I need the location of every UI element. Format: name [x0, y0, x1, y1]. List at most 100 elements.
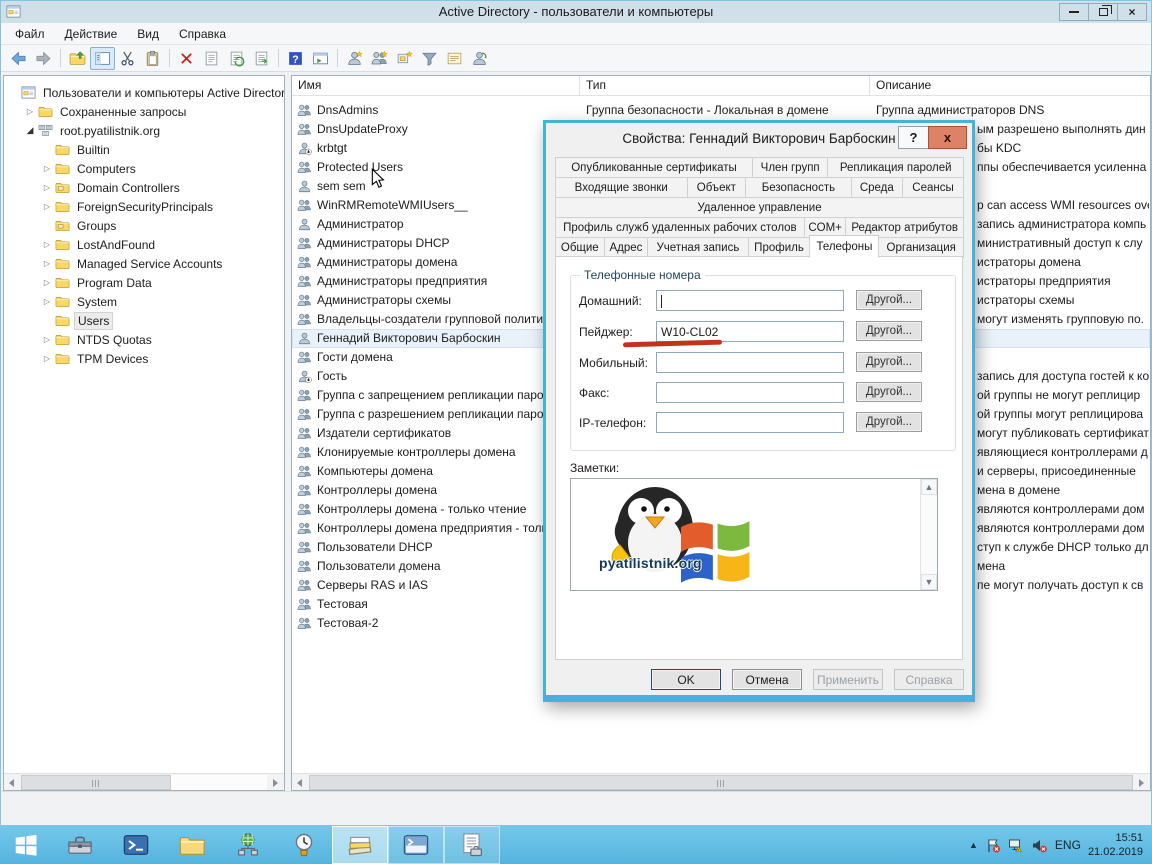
- taskbar-file-explorer-button[interactable]: [164, 826, 220, 864]
- scroll-thumb[interactable]: [21, 775, 171, 790]
- toolbar-up-one-level-button[interactable]: [65, 47, 90, 70]
- tree-item-13[interactable]: ▷NTDS Quotas: [4, 330, 284, 349]
- other-button-2[interactable]: Другой...: [856, 352, 922, 372]
- column-header-type[interactable]: Тип: [580, 76, 870, 95]
- tab-сеансы[interactable]: Сеансы: [902, 177, 964, 198]
- scroll-right-icon[interactable]: [1133, 774, 1150, 791]
- toolbar-export-list-button[interactable]: [249, 47, 274, 70]
- tree-item-10[interactable]: ▷Program Data: [4, 273, 284, 292]
- tab-репликация-паролей[interactable]: Репликация паролей: [827, 157, 964, 178]
- tab-входящие-звонки[interactable]: Входящие звонки: [555, 177, 688, 198]
- expander-icon[interactable]: ▷: [40, 183, 54, 192]
- tree-horizontal-scrollbar[interactable]: [4, 773, 284, 790]
- list-horizontal-scrollbar[interactable]: [292, 773, 1150, 790]
- toolbar-cut-button[interactable]: [115, 47, 140, 70]
- table-row[interactable]: DnsAdminsГруппа безопасности - Локальная…: [292, 101, 1150, 120]
- action-flag-error-icon[interactable]: [985, 837, 1002, 854]
- scroll-left-icon[interactable]: [292, 774, 309, 791]
- phone-input-4[interactable]: [656, 412, 844, 433]
- scroll-up-icon[interactable]: ▲: [921, 479, 937, 495]
- taskbar-server-manager-button[interactable]: [52, 826, 108, 864]
- taskbar-gpo-editor-button[interactable]: [444, 826, 500, 864]
- tray-expand-icon[interactable]: ▲: [969, 840, 978, 850]
- tree-item-5[interactable]: ▷Domain Controllers: [4, 178, 284, 197]
- expander-icon[interactable]: ▷: [40, 164, 54, 173]
- column-header-name[interactable]: Имя: [292, 76, 580, 95]
- expander-icon[interactable]: ▷: [40, 354, 54, 363]
- network-warning-icon[interactable]: [1008, 837, 1025, 854]
- dialog-button-1[interactable]: Отмена: [732, 669, 802, 690]
- toolbar-properties-button[interactable]: [199, 47, 224, 70]
- taskbar-powershell-ise-button[interactable]: [388, 826, 444, 864]
- phone-input-3[interactable]: [656, 382, 844, 403]
- menu-item-0[interactable]: Файл: [5, 25, 55, 43]
- toolbar-create-group-button[interactable]: [367, 47, 392, 70]
- dialog-close-button[interactable]: x: [928, 126, 967, 149]
- phone-input-2[interactable]: [656, 352, 844, 373]
- expander-icon[interactable]: ▷: [40, 335, 54, 344]
- toolbar-refresh-button[interactable]: [224, 47, 249, 70]
- taskbar-aduc-books-button[interactable]: [332, 826, 388, 864]
- phone-input-1[interactable]: W10-CL02: [656, 321, 844, 342]
- toolbar-forward-arrow-button[interactable]: [31, 47, 56, 70]
- tray-clock[interactable]: 15:51 21.02.2019: [1088, 831, 1143, 860]
- tree-item-0[interactable]: Пользователи и компьютеры Active Directo…: [4, 83, 284, 102]
- tab-телефоны[interactable]: Телефоны: [809, 235, 879, 258]
- scroll-right-icon[interactable]: [267, 774, 284, 791]
- taskbar-ad-sites-button[interactable]: [220, 826, 276, 864]
- scroll-thumb[interactable]: [309, 775, 1133, 790]
- tab-объект[interactable]: Объект: [687, 177, 747, 198]
- tree-item-14[interactable]: ▷TPM Devices: [4, 349, 284, 368]
- toolbar-special-view-button[interactable]: [442, 47, 467, 70]
- phone-input-0[interactable]: [656, 290, 844, 311]
- tab-безопасность[interactable]: Безопасность: [745, 177, 851, 198]
- tab-организация[interactable]: Организация: [878, 237, 964, 258]
- tab-опубликованные-сертификаты[interactable]: Опубликованные сертификаты: [555, 157, 753, 178]
- tree-item-8[interactable]: ▷LostAndFound: [4, 235, 284, 254]
- toolbar-help-button[interactable]: ?: [283, 47, 308, 70]
- menu-item-2[interactable]: Вид: [127, 25, 169, 43]
- toolbar-back-arrow-button[interactable]: [6, 47, 31, 70]
- toolbar-create-ou-button[interactable]: [392, 47, 417, 70]
- tree-item-7[interactable]: Groups: [4, 216, 284, 235]
- scroll-down-icon[interactable]: ▼: [921, 574, 937, 590]
- notes-vertical-scrollbar[interactable]: ▲ ▼: [920, 479, 937, 590]
- tab-член-групп[interactable]: Член групп: [752, 157, 828, 178]
- taskbar-powershell-button[interactable]: [108, 826, 164, 864]
- expander-icon[interactable]: ▷: [40, 297, 54, 306]
- tree-item-12[interactable]: Users: [4, 311, 284, 330]
- tree-item-11[interactable]: ▷System: [4, 292, 284, 311]
- taskbar-time-settings-button[interactable]: [276, 826, 332, 864]
- tree-item-9[interactable]: ▷Managed Service Accounts: [4, 254, 284, 273]
- other-button-1[interactable]: Другой...: [856, 321, 922, 341]
- tree-item-4[interactable]: ▷Computers: [4, 159, 284, 178]
- notes-textarea[interactable]: pyatilistnik.org ▲ ▼: [570, 478, 938, 591]
- tab-удаленное-управление[interactable]: Удаленное управление: [555, 197, 964, 218]
- minimize-button[interactable]: [1059, 3, 1089, 21]
- toolbar-delete-button[interactable]: [174, 47, 199, 70]
- close-button[interactable]: ×: [1117, 3, 1147, 21]
- dialog-help-button[interactable]: ?: [898, 126, 929, 149]
- other-button-0[interactable]: Другой...: [856, 290, 922, 310]
- tree-item-6[interactable]: ▷ForeignSecurityPrincipals: [4, 197, 284, 216]
- titlebar[interactable]: Active Directory - пользователи и компью…: [1, 1, 1151, 23]
- toolbar-filter-button[interactable]: [417, 47, 442, 70]
- expander-icon[interactable]: ▷: [40, 240, 54, 249]
- tab-среда[interactable]: Среда: [851, 177, 903, 198]
- toolbar-show-window-button[interactable]: [308, 47, 333, 70]
- ok-button[interactable]: OK: [651, 669, 721, 690]
- toolbar-delegate-button[interactable]: [467, 47, 492, 70]
- column-header-description[interactable]: Описание: [870, 76, 1150, 95]
- volume-muted-icon[interactable]: [1031, 837, 1048, 854]
- toolbar-create-user-button[interactable]: [342, 47, 367, 70]
- tree-item-2[interactable]: ◢root.pyatilistnik.org: [4, 121, 284, 140]
- tree-item-1[interactable]: ▷Сохраненные запросы: [4, 102, 284, 121]
- menu-item-1[interactable]: Действие: [55, 25, 128, 43]
- toolbar-paste-button[interactable]: [140, 47, 165, 70]
- tab-общие[interactable]: Общие: [555, 237, 605, 258]
- scroll-left-icon[interactable]: [4, 774, 21, 791]
- other-button-4[interactable]: Другой...: [856, 412, 922, 432]
- toolbar-show-console-tree-button[interactable]: [90, 47, 115, 70]
- tab-профиль-служб-удаленных-рабочих-столов[interactable]: Профиль служб удаленных рабочих столов: [555, 217, 805, 238]
- tab-учетная-запись[interactable]: Учетная запись: [647, 237, 748, 258]
